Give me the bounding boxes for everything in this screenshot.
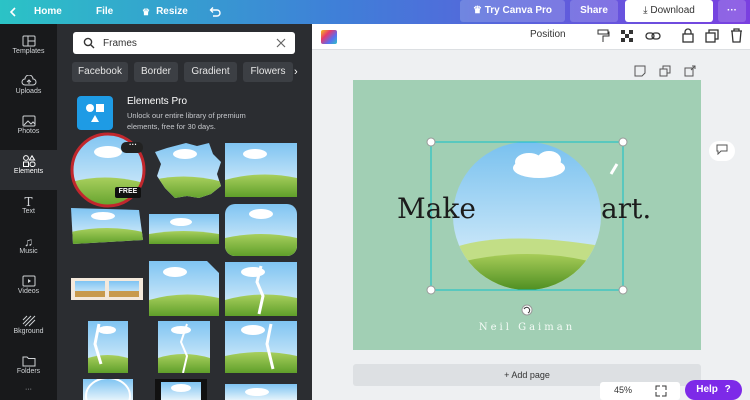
frame-thumb-leaf[interactable] — [225, 321, 297, 373]
file-label: File — [96, 6, 114, 17]
rail-label: Elements — [13, 168, 44, 175]
file-menu[interactable]: File — [96, 0, 113, 24]
rail-label: Videos — [17, 288, 40, 295]
elements-icon — [0, 150, 57, 168]
frame-thumb-filmstrip[interactable] — [155, 379, 207, 400]
home-button[interactable]: Home — [8, 0, 62, 24]
frame-thumb-crack[interactable] — [158, 321, 210, 373]
rail-item-videos[interactable]: Videos — [0, 270, 57, 310]
fullscreen-icon[interactable] — [655, 385, 667, 397]
rail-label: Templates — [12, 48, 45, 55]
comment-icon — [716, 144, 728, 156]
link-icon[interactable] — [645, 29, 661, 43]
help-button[interactable]: Help ? — [685, 380, 742, 400]
share-label: Share — [580, 5, 608, 16]
top-bar: Home File ♛ Resize ♛ Try Canva Pro Share… — [0, 0, 750, 24]
lock-icon[interactable] — [682, 28, 694, 43]
rail-label: Bkground — [13, 328, 44, 335]
crown-icon: ♛ — [472, 5, 485, 16]
resize-button[interactable]: ♛ Resize — [142, 0, 188, 24]
duplicate-icon[interactable] — [705, 29, 719, 43]
zoom-control[interactable]: 45% — [600, 382, 680, 400]
left-rail: Templates Uploads Photos Elements T Text… — [0, 24, 57, 400]
page-add-icon[interactable] — [684, 65, 696, 77]
rail-item-background[interactable]: Bkground — [0, 310, 57, 350]
resize-label: Resize — [156, 6, 188, 17]
download-label: Download — [650, 5, 695, 16]
frame-thumb-square[interactable] — [225, 143, 297, 197]
music-icon: ♫ — [24, 235, 33, 249]
rail-label: Photos — [17, 128, 40, 135]
free-badge: FREE — [118, 188, 138, 195]
frame-thumb-wide[interactable] — [149, 214, 219, 244]
comment-button[interactable] — [709, 141, 735, 161]
page-note-icon[interactable] — [634, 65, 646, 77]
elements-panel: Facebook Border Gradient Flowers › Eleme… — [57, 24, 312, 400]
rail-item-uploads[interactable]: Uploads — [0, 70, 57, 110]
share-button[interactable]: Share — [570, 0, 618, 22]
paint-roller-icon[interactable] — [596, 29, 610, 43]
editor-toolbar: Position — [312, 24, 750, 50]
rail-label: Uploads — [15, 88, 42, 95]
videos-icon — [0, 270, 57, 288]
try-pro-label: Try Canva Pro — [484, 5, 552, 16]
crown-icon: ♛ — [142, 7, 151, 17]
more-icon: ··· — [25, 386, 32, 393]
canvas-text-author[interactable]: Neil Gaiman — [353, 322, 701, 333]
more-button[interactable]: ··· — [718, 0, 746, 22]
frame-thumb-badge[interactable] — [153, 142, 223, 200]
rail-item-music[interactable]: ♫ Music — [0, 230, 57, 270]
page-duplicate-icon[interactable] — [659, 65, 671, 77]
frame-thumb-rounded[interactable] — [225, 204, 297, 256]
photos-icon — [0, 110, 57, 128]
frame-thumb-oval[interactable] — [83, 378, 133, 400]
rail-more[interactable]: ··· — [0, 386, 57, 400]
home-label: Home — [34, 6, 62, 17]
frame-thumb-folded[interactable] — [149, 261, 219, 316]
color-picker-icon[interactable] — [321, 30, 337, 44]
canvas-text-make[interactable]: Make — [397, 192, 476, 225]
text-icon: T — [24, 195, 33, 209]
background-icon — [0, 310, 57, 328]
undo-icon — [209, 6, 221, 17]
thumb-more-icon[interactable]: ··· — [124, 140, 142, 149]
frame-thumb-film[interactable] — [71, 278, 143, 300]
frame-thumb-plain[interactable] — [225, 384, 297, 400]
help-label: Help — [696, 384, 718, 395]
frame-thumb-torn[interactable] — [71, 208, 143, 244]
templates-icon — [0, 30, 57, 48]
rail-label: Text — [22, 208, 35, 215]
more-label: ··· — [727, 5, 737, 16]
rail-label: Folders — [16, 368, 41, 375]
transparency-icon[interactable] — [620, 29, 634, 43]
rail-item-templates[interactable]: Templates — [0, 30, 57, 70]
try-pro-button[interactable]: ♛ Try Canva Pro — [460, 0, 565, 22]
undo-button[interactable] — [208, 0, 221, 24]
rail-item-elements[interactable]: Elements — [0, 150, 57, 190]
rail-item-folders[interactable]: Folders — [0, 350, 57, 390]
chevron-left-icon — [9, 7, 16, 17]
upload-icon — [0, 70, 57, 88]
rail-item-photos[interactable]: Photos — [0, 110, 57, 150]
zoom-level: 45% — [614, 385, 633, 395]
rail-item-text[interactable]: T Text — [0, 190, 57, 230]
rail-label: Music — [19, 248, 38, 255]
folders-icon — [0, 350, 57, 368]
frames-grid — [70, 132, 297, 400]
design-canvas[interactable]: Make art. Neil Gaiman — [353, 80, 701, 350]
position-button[interactable]: Position — [530, 29, 566, 40]
download-button[interactable]: ⤓ Download — [625, 0, 713, 22]
frame-thumb-tall[interactable] — [88, 321, 128, 373]
trash-icon[interactable] — [730, 28, 743, 43]
canvas-text-art[interactable]: art. — [601, 192, 651, 225]
help-icon: ? — [724, 384, 731, 395]
frame-thumb-tear[interactable] — [225, 262, 297, 316]
